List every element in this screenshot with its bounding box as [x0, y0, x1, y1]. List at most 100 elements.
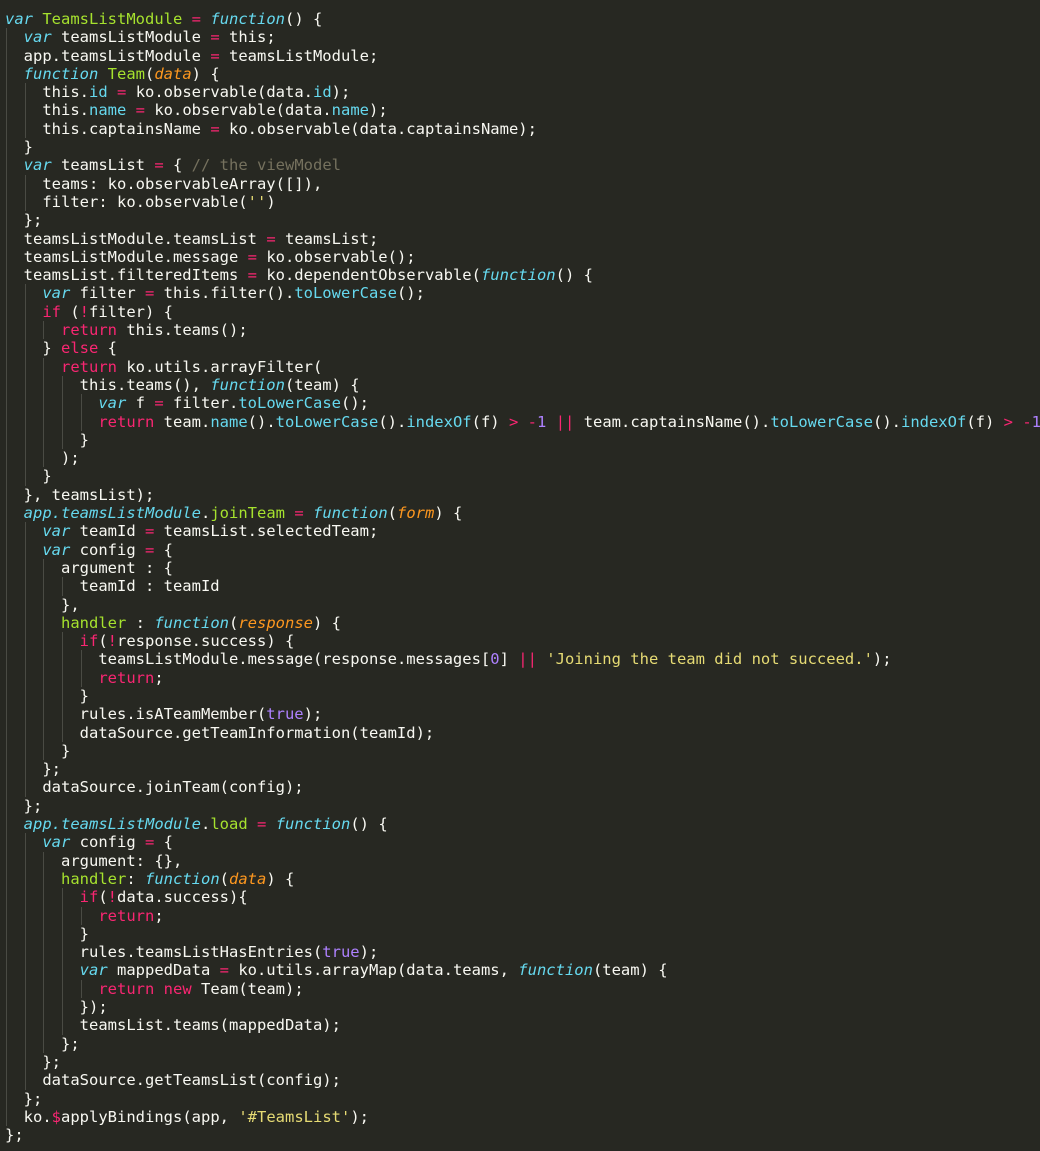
- code-token: ) {: [434, 504, 463, 523]
- indent-guide: [6, 321, 7, 340]
- code-token: '#TeamsList': [238, 1107, 351, 1126]
- code-token: };: [23, 796, 43, 815]
- indent-guide: [80, 906, 82, 925]
- code-token: ();: [340, 394, 369, 413]
- code-token: },: [61, 595, 80, 614]
- code-token: this;: [219, 28, 276, 47]
- indent-guide: [24, 467, 26, 486]
- code-token: function: [154, 613, 229, 632]
- code-token: ko.observable();: [256, 247, 416, 266]
- code-token: teamsListModule.message: [23, 247, 248, 266]
- code-token: name: [210, 412, 248, 431]
- code-token: if: [79, 632, 99, 651]
- code-token: (: [219, 869, 229, 888]
- code-token: teamId: [70, 522, 145, 541]
- indent-guide: [24, 979, 26, 999]
- code-token: ko.observable(data.: [145, 101, 332, 120]
- code-token: handler: [61, 613, 127, 632]
- code-token: !: [107, 888, 118, 907]
- indent-guide: [24, 321, 26, 340]
- code-token: new: [163, 979, 192, 998]
- indent-guide: [43, 577, 45, 596]
- indent-guide: [43, 851, 45, 870]
- code-line: teams: ko.observableArray([]),: [5, 174, 1040, 193]
- code-token: ();: [396, 284, 425, 303]
- code-token: return: [98, 906, 155, 925]
- indent-guide: [6, 412, 7, 431]
- code-token: function: [480, 266, 556, 285]
- indent-guide: [6, 815, 7, 834]
- indent-guide: [6, 650, 7, 669]
- code-token: teamsListModule.message(response.message…: [98, 650, 491, 669]
- code-line: };: [5, 1126, 1040, 1144]
- code-line: app.teamsListModule.load = function() {: [5, 815, 1040, 834]
- indent-guide: [6, 869, 7, 889]
- code-line: var teamsList = { // the viewModel: [5, 156, 1040, 175]
- indent-guide: [43, 686, 45, 706]
- indent-guide: [6, 540, 7, 559]
- code-token: .: [200, 504, 211, 523]
- code-token: dataSource.joinTeam(config);: [42, 778, 304, 797]
- indent-guide: [24, 595, 26, 614]
- indent-guide: [6, 961, 7, 980]
- code-token: joinTeam: [210, 504, 285, 523]
- indent-guide: [43, 741, 45, 761]
- code-token: dataSource.getTeamInformation(teamId);: [79, 723, 435, 742]
- indent-guide: [6, 668, 7, 687]
- indent-guide: [80, 650, 82, 669]
- code-line: this.teams(), function(team) {: [5, 375, 1040, 395]
- code-editor[interactable]: var TeamsListModule = function() { var t…: [0, 0, 1040, 1151]
- code-token: =: [144, 540, 155, 559]
- code-token: var: [42, 833, 71, 852]
- code-token: filter.: [163, 394, 239, 413]
- code-token: teamsListModule;: [219, 46, 379, 65]
- code-line: var teamsListModule = this;: [5, 28, 1040, 47]
- code-token: true: [322, 943, 360, 962]
- code-token: function: [275, 815, 351, 834]
- code-token: response: [238, 613, 313, 632]
- code-token: $: [51, 1107, 62, 1126]
- code-token: );: [368, 101, 388, 120]
- indent-guide: [6, 906, 7, 925]
- code-token: var: [42, 284, 71, 303]
- indent-guide: [6, 357, 7, 376]
- indent-guide: [6, 943, 7, 962]
- code-token: this.teams();: [117, 321, 248, 340]
- code-content[interactable]: var TeamsListModule = function() { var t…: [5, 10, 1040, 1144]
- code-token: else: [61, 339, 99, 358]
- indent-guide: [6, 998, 7, 1017]
- indent-guide: [6, 686, 7, 706]
- indent-guide: [80, 394, 82, 413]
- indent-guide: [62, 375, 64, 395]
- code-token: mappedData: [107, 961, 220, 980]
- code-token: '': [247, 192, 267, 211]
- code-token: }: [42, 339, 61, 358]
- code-token: () {: [555, 266, 593, 285]
- code-line: var teamId = teamsList.selectedTeam;: [5, 522, 1040, 541]
- code-token: 1: [1031, 412, 1040, 431]
- code-line: dataSource.getTeamsList(config);: [5, 1071, 1040, 1090]
- indent-guide: [62, 705, 64, 724]
- indent-guide: [43, 632, 45, 651]
- indent-guide: [24, 943, 26, 962]
- code-token: rules.teamsListHasEntries(: [79, 943, 323, 962]
- code-line: teamId : teamId: [5, 577, 1040, 596]
- code-token: () {: [350, 815, 388, 834]
